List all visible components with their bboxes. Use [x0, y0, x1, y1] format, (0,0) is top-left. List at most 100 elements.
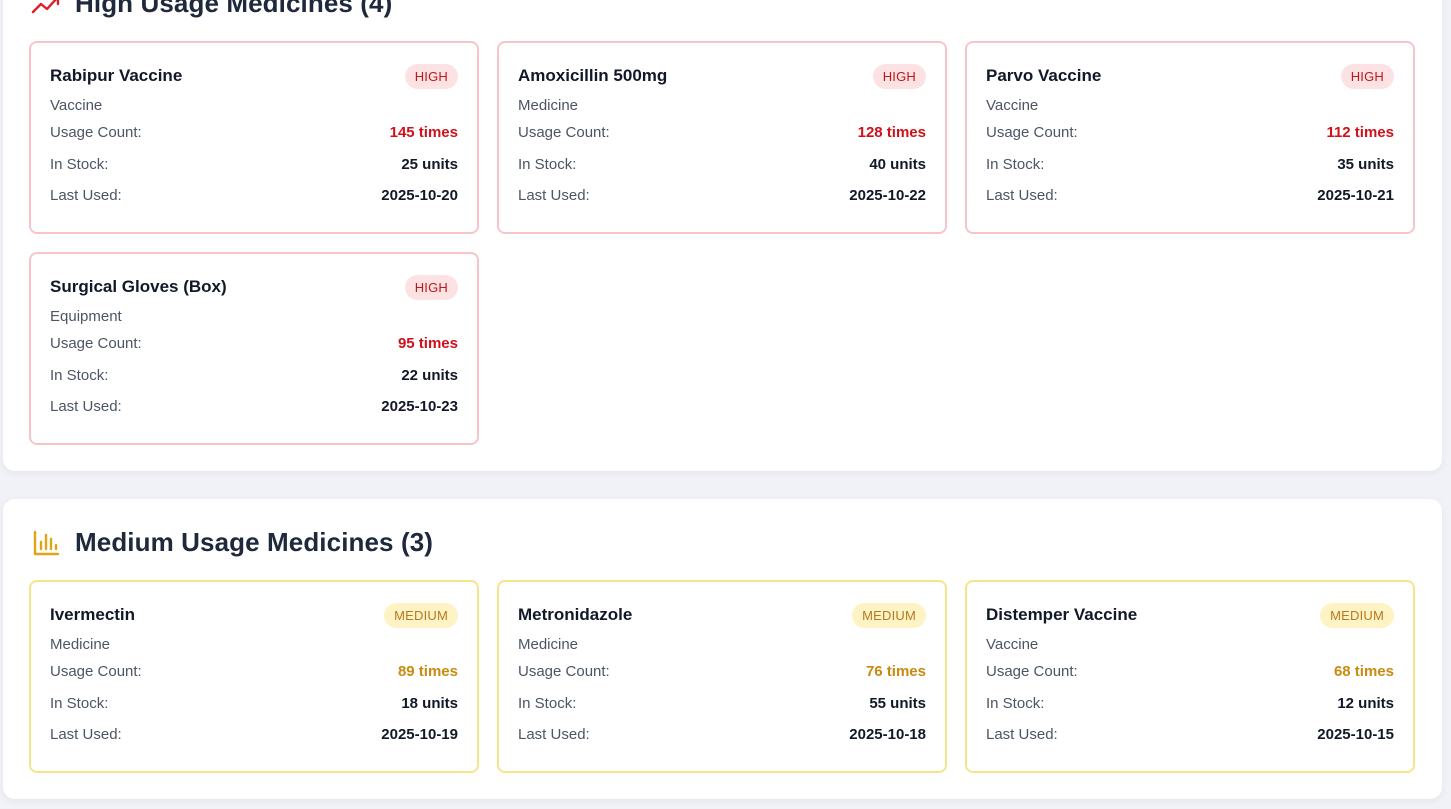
high-usage-grid: Rabipur Vaccine HIGH Vaccine Usage Count… — [29, 41, 1415, 445]
medicine-card[interactable]: Surgical Gloves (Box) HIGH Equipment Usa… — [29, 252, 479, 445]
medicine-category: Vaccine — [50, 97, 103, 114]
medicine-category: Vaccine — [986, 97, 1039, 114]
last-used-label: Last Used: — [518, 726, 590, 744]
in-stock-row: In Stock: 18 units — [50, 688, 458, 720]
last-used-label: Last Used: — [986, 726, 1058, 744]
medicine-name: Amoxicillin 500mg — [518, 66, 668, 85]
in-stock-label: In Stock: — [50, 694, 109, 712]
medicine-category: Equipment — [50, 308, 122, 325]
last-used-label: Last Used: — [50, 398, 122, 416]
last-used-value: 2025-10-23 — [381, 398, 458, 416]
usage-count-row: Usage Count: 76 times — [518, 656, 926, 688]
usage-level-badge: HIGH — [1340, 63, 1394, 89]
last-used-row: Last Used: 2025-10-20 — [50, 180, 458, 212]
in-stock-value: 22 units — [401, 366, 458, 384]
last-used-value: 2025-10-18 — [849, 726, 926, 744]
medicine-card[interactable]: Amoxicillin 500mg HIGH Medicine Usage Co… — [497, 41, 947, 234]
last-used-value: 2025-10-20 — [381, 187, 458, 205]
usage-count-value: 76 times — [865, 663, 926, 681]
bar-chart-icon — [31, 528, 61, 558]
usage-count-row: Usage Count: 95 times — [50, 328, 458, 360]
medicine-category: Vaccine — [986, 636, 1039, 653]
in-stock-value: 40 units — [869, 155, 926, 173]
last-used-label: Last Used: — [986, 187, 1058, 205]
high-usage-panel: High Usage Medicines (4) Rabipur Vaccine… — [3, 0, 1442, 471]
in-stock-row: In Stock: 12 units — [986, 688, 1394, 720]
in-stock-row: In Stock: 55 units — [518, 688, 926, 720]
usage-count-value: 89 times — [397, 663, 458, 681]
usage-level-badge: HIGH — [404, 63, 458, 89]
usage-level-badge: MEDIUM — [1320, 602, 1394, 628]
in-stock-label: In Stock: — [518, 155, 577, 173]
usage-count-label: Usage Count: — [986, 663, 1078, 681]
last-used-value: 2025-10-21 — [1317, 187, 1394, 205]
last-used-row: Last Used: 2025-10-21 — [986, 180, 1394, 212]
medicine-category: Medicine — [50, 636, 111, 653]
last-used-row: Last Used: 2025-10-23 — [50, 391, 458, 423]
medium-usage-title: Medium Usage Medicines (3) — [75, 527, 434, 557]
in-stock-label: In Stock: — [986, 694, 1045, 712]
in-stock-value: 12 units — [1337, 694, 1394, 712]
in-stock-row: In Stock: 25 units — [50, 149, 458, 181]
usage-count-label: Usage Count: — [518, 663, 610, 681]
medicine-card[interactable]: Distemper Vaccine MEDIUM Vaccine Usage C… — [965, 580, 1415, 773]
in-stock-label: In Stock: — [518, 694, 577, 712]
last-used-label: Last Used: — [50, 187, 122, 205]
medicine-card[interactable]: Ivermectin MEDIUM Medicine Usage Count: … — [29, 580, 479, 773]
medicine-name: Ivermectin — [50, 605, 136, 624]
usage-level-badge: MEDIUM — [852, 602, 926, 628]
last-used-label: Last Used: — [50, 726, 122, 744]
usage-count-label: Usage Count: — [518, 124, 610, 142]
usage-count-value: 68 times — [1333, 663, 1394, 681]
medicine-category: Medicine — [518, 97, 579, 114]
last-used-row: Last Used: 2025-10-19 — [50, 719, 458, 751]
medium-usage-grid: Ivermectin MEDIUM Medicine Usage Count: … — [29, 580, 1415, 773]
usage-count-row: Usage Count: 128 times — [518, 117, 926, 149]
usage-count-value: 145 times — [389, 124, 458, 142]
usage-count-row: Usage Count: 145 times — [50, 117, 458, 149]
medicine-category: Medicine — [518, 636, 579, 653]
usage-level-badge: HIGH — [404, 274, 458, 300]
medium-usage-header: Medium Usage Medicines (3) — [31, 527, 433, 558]
medium-usage-panel: Medium Usage Medicines (3) Ivermectin ME… — [3, 499, 1442, 799]
medicine-name: Distemper Vaccine — [986, 605, 1138, 624]
high-usage-title: High Usage Medicines (4) — [75, 0, 393, 18]
in-stock-value: 35 units — [1337, 155, 1394, 173]
last-used-row: Last Used: 2025-10-15 — [986, 719, 1394, 751]
medicine-card[interactable]: Rabipur Vaccine HIGH Vaccine Usage Count… — [29, 41, 479, 234]
medicine-name: Metronidazole — [518, 605, 633, 624]
in-stock-value: 25 units — [401, 155, 458, 173]
last-used-value: 2025-10-22 — [849, 187, 926, 205]
in-stock-row: In Stock: 40 units — [518, 149, 926, 181]
medicine-name: Parvo Vaccine — [986, 66, 1102, 85]
medicine-card[interactable]: Metronidazole MEDIUM Medicine Usage Coun… — [497, 580, 947, 773]
usage-count-value: 112 times — [1326, 124, 1394, 142]
usage-count-value: 95 times — [397, 335, 458, 353]
in-stock-label: In Stock: — [986, 155, 1045, 173]
medicine-name: Surgical Gloves (Box) — [50, 277, 227, 296]
in-stock-label: In Stock: — [50, 366, 109, 384]
in-stock-value: 55 units — [869, 694, 926, 712]
in-stock-row: In Stock: 35 units — [986, 149, 1394, 181]
usage-level-badge: MEDIUM — [384, 602, 458, 628]
last-used-value: 2025-10-15 — [1317, 726, 1394, 744]
medicine-name: Rabipur Vaccine — [50, 66, 183, 85]
usage-count-label: Usage Count: — [50, 124, 142, 142]
usage-count-row: Usage Count: 112 times — [986, 117, 1394, 149]
usage-count-row: Usage Count: 68 times — [986, 656, 1394, 688]
usage-count-row: Usage Count: 89 times — [50, 656, 458, 688]
in-stock-label: In Stock: — [50, 155, 109, 173]
in-stock-value: 18 units — [401, 694, 458, 712]
usage-count-value: 128 times — [857, 124, 926, 142]
last-used-value: 2025-10-19 — [381, 726, 458, 744]
medicine-card[interactable]: Parvo Vaccine HIGH Vaccine Usage Count: … — [965, 41, 1415, 234]
usage-level-badge: HIGH — [872, 63, 926, 89]
last-used-label: Last Used: — [518, 187, 590, 205]
usage-count-label: Usage Count: — [986, 124, 1078, 142]
trending-up-icon — [31, 0, 61, 19]
last-used-row: Last Used: 2025-10-18 — [518, 719, 926, 751]
usage-count-label: Usage Count: — [50, 663, 142, 681]
in-stock-row: In Stock: 22 units — [50, 360, 458, 392]
usage-count-label: Usage Count: — [50, 335, 142, 353]
last-used-row: Last Used: 2025-10-22 — [518, 180, 926, 212]
